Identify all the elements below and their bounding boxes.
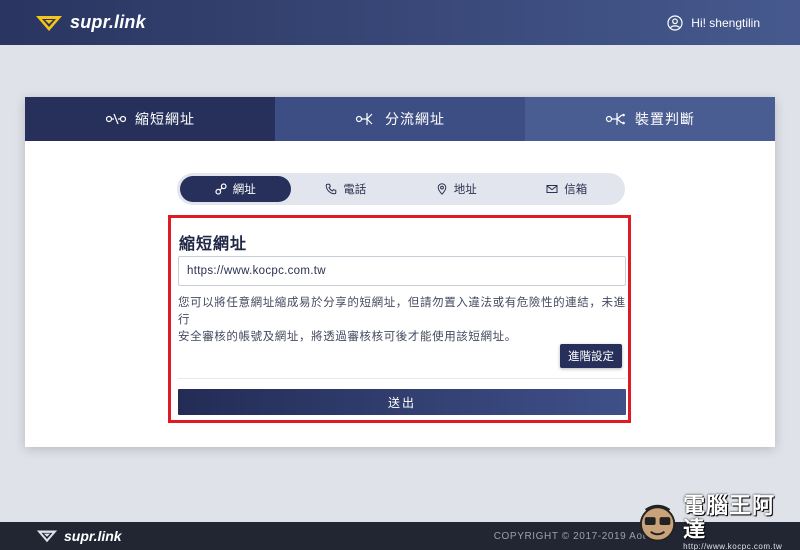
pill-phone[interactable]: 電話 [291,176,402,202]
pill-label: 信箱 [564,184,588,196]
divider [178,378,626,379]
pill-email[interactable]: 信箱 [512,176,623,202]
map-pin-icon [437,183,447,195]
url-input[interactable] [178,256,626,286]
watermark-url: http://www.kocpc.com.tw [683,541,783,550]
user-icon [667,14,683,31]
shorten-form-highlight: 縮短網址 您可以將任意網址縮成易於分享的短網址，但請勿置入違法或有危險性的連結，… [168,215,631,423]
advanced-settings-button[interactable]: 進階設定 [560,344,622,368]
footer-brand[interactable]: supr.link [36,528,122,544]
tab-label: 裝置判斷 [635,111,695,127]
submit-button[interactable]: 送出 [178,389,626,415]
type-selector: 網址 電話 地址 信箱 [177,173,625,205]
copyright-text: COPYRIGHT © 2017-2019 Aot [493,530,646,542]
main-card: 縮短網址 分流網址 裝置判斷 網址 電話 地址 信箱 縮短網址 https://… [25,97,775,447]
pill-label: 地址 [453,184,477,196]
tab-shorten-url[interactable]: 縮短網址 [25,97,275,141]
form-description: 您可以將任意網址縮成易於分享的短網址，但請勿置入違法或有危險性的連結，未進行 安… [178,295,630,346]
watermark-title: 電腦王阿達 [683,492,776,542]
user-menu[interactable]: Hi! shengtilin [667,14,760,31]
description-line: 您可以將任意網址縮成易於分享的短網址，但請勿置入違法或有危險性的連結，未進行 [178,297,626,326]
tab-device-detect[interactable]: 裝置判斷 [525,97,775,141]
site-watermark: 電腦王阿達 http://www.kocpc.com.tw [636,492,796,550]
link-icon [215,183,227,195]
brand-name: supr.link [70,12,146,32]
user-greeting: Hi! shengtilin [691,15,760,30]
pill-label: 電話 [343,184,367,196]
pill-url[interactable]: 網址 [180,176,291,202]
pill-address[interactable]: 地址 [401,176,512,202]
phone-icon [325,183,337,195]
supr-link-logo-icon [36,530,58,543]
mascot-face-icon [639,504,676,542]
link-shorten-icon [105,113,127,125]
footer-brand-name: supr.link [64,528,122,544]
supr-link-logo-icon [36,15,62,31]
brand-logo[interactable]: supr.link [36,12,146,33]
top-navbar: supr.link Hi! shengtilin [0,0,800,45]
form-title: 縮短網址 [179,236,248,253]
split-icon [355,113,373,125]
pill-label: 網址 [232,184,256,196]
mail-icon [546,185,558,193]
tab-label: 分流網址 [385,111,445,127]
watermark-text: 電腦王阿達 http://www.kocpc.com.tw [683,492,796,550]
tab-label: 縮短網址 [135,111,195,127]
mode-tabs: 縮短網址 分流網址 裝置判斷 [25,97,775,141]
tab-split-url[interactable]: 分流網址 [275,97,525,141]
device-split-icon [605,113,625,125]
